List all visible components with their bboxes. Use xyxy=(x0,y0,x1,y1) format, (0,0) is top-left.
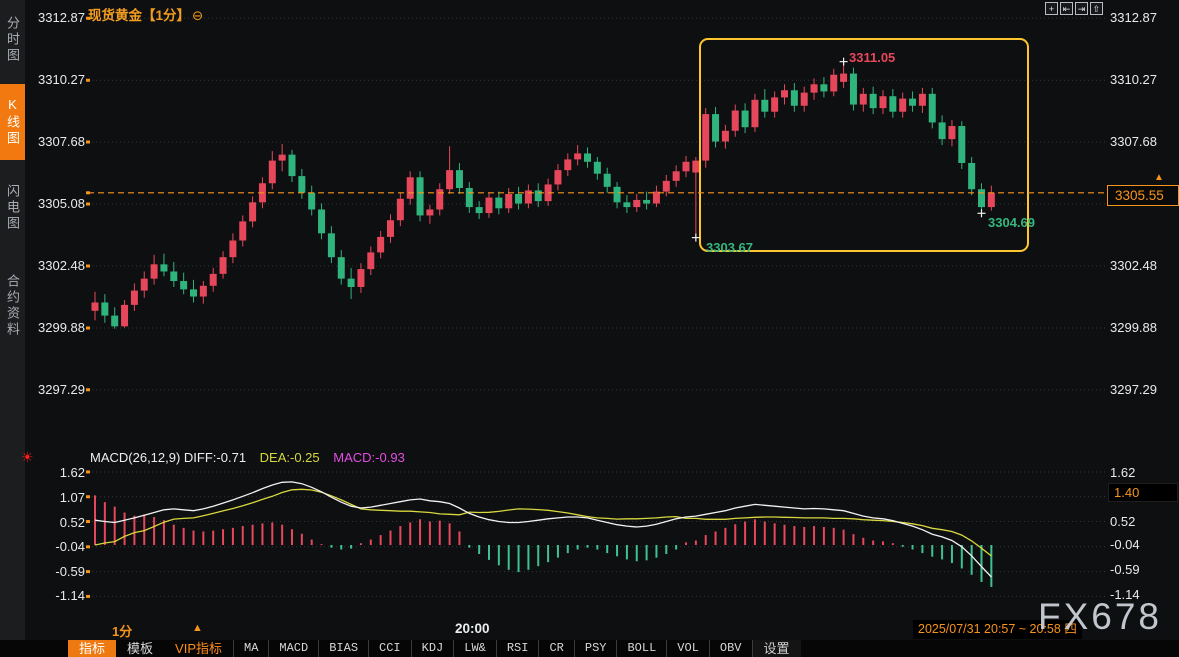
view-buttons: + ⇤ ⇥ ⇧ xyxy=(1045,2,1103,15)
price-tick: 3302.48 xyxy=(1110,259,1176,273)
live-indicator-icon: ☀ xyxy=(21,449,34,466)
period-selector[interactable]: 1分 xyxy=(112,621,132,640)
tab-cci[interactable]: CCI xyxy=(368,640,411,657)
tab-indicator[interactable]: 指标 xyxy=(68,640,116,657)
tab-macd[interactable]: MACD xyxy=(268,640,318,657)
price-alert-icon[interactable]: ▲ xyxy=(1154,173,1164,183)
tab-settings[interactable]: 设置 xyxy=(753,640,801,657)
tab-bias[interactable]: BIAS xyxy=(318,640,368,657)
macd-tick: 0.52 xyxy=(28,516,85,530)
macd-params-diff: MACD(26,12,9) DIFF:-0.71 xyxy=(90,450,246,465)
macd-header: MACD(26,12,9) DIFF:-0.71 DEA:-0.25 MACD:… xyxy=(90,450,405,465)
indicator-toolbar: 指标 模板 VIP指标 MA MACD BIAS CCI KDJ LW& RSI… xyxy=(0,640,1179,657)
macd-tick: 1.62 xyxy=(28,466,85,480)
price-tick: 3297.29 xyxy=(1110,383,1176,397)
time-axis-label: 20:00 xyxy=(455,621,490,636)
chart-canvas[interactable] xyxy=(0,0,1179,657)
tab-kdj[interactable]: KDJ xyxy=(411,640,454,657)
price-tick: 3307.68 xyxy=(1110,135,1176,149)
price-tick: 3312.87 xyxy=(28,11,85,25)
macd-tick: 0.52 xyxy=(1110,515,1176,529)
collapse-icon[interactable]: ⊖ xyxy=(192,8,203,23)
macd-tick: -0.04 xyxy=(1110,538,1176,552)
tab-obv[interactable]: OBV xyxy=(709,640,753,657)
tab-psy[interactable]: PSY xyxy=(574,640,617,657)
tab-template[interactable]: 模板 xyxy=(116,640,164,657)
macd-tick: -1.14 xyxy=(1110,588,1176,602)
markers-layer xyxy=(692,58,986,242)
scale-right-icon[interactable]: ⇥ xyxy=(1075,2,1088,15)
gridlines-layer xyxy=(88,18,1106,596)
price-tick: 3299.88 xyxy=(1110,321,1176,335)
macd-dea-value: DEA:-0.25 xyxy=(260,450,320,465)
macd-tick: 1.62 xyxy=(1110,466,1176,480)
trading-app: 分时图 K线图 闪电图 合约资料 现货黄金【1分】⊖ + ⇤ ⇥ ⇧ 3312.… xyxy=(0,0,1179,657)
price-tick: 3299.88 xyxy=(28,321,85,335)
annotation-high: 3311.05 xyxy=(849,50,895,65)
period-arrow-icon[interactable]: ▲ xyxy=(192,622,203,634)
macd-tick: -0.04 xyxy=(28,540,85,554)
price-tick: 3310.27 xyxy=(1110,73,1176,87)
last-price-tag: 3305.55 xyxy=(1107,185,1179,206)
highlight-box xyxy=(700,39,1028,251)
macd-tick: -1.14 xyxy=(28,589,85,603)
price-tick: 3297.29 xyxy=(28,383,85,397)
price-line xyxy=(86,191,1106,194)
export-view-icon[interactable]: ⇧ xyxy=(1090,2,1103,15)
tab-cr[interactable]: CR xyxy=(538,640,573,657)
axis-ticks-layer xyxy=(86,17,90,598)
macd-tick: -0.59 xyxy=(28,565,85,579)
chart-title: 现货黄金【1分】⊖ xyxy=(88,4,203,24)
macd-bar-value: MACD:-0.93 xyxy=(333,450,405,465)
tab-lw[interactable]: LW& xyxy=(453,640,496,657)
annotation-low: 3303.67 xyxy=(706,240,753,255)
time-range-tooltip: 2025/07/31 20:57 ~ 20:58 四 xyxy=(913,620,1082,639)
price-tick: 3310.27 xyxy=(28,73,85,87)
tab-rsi[interactable]: RSI xyxy=(496,640,539,657)
macd-tick: 1.07 xyxy=(28,491,85,505)
macd-tick: -0.59 xyxy=(1110,563,1176,577)
symbol-name: 现货黄金 xyxy=(88,8,142,23)
tab-vip[interactable]: VIP指标 xyxy=(164,640,233,657)
scale-left-icon[interactable]: ⇤ xyxy=(1060,2,1073,15)
price-tick: 3307.68 xyxy=(28,135,85,149)
candles-layer xyxy=(92,62,995,329)
period-tag: 【1分】 xyxy=(142,8,190,23)
tab-ma[interactable]: MA xyxy=(233,640,268,657)
annotation-recent-low: 3304.69 xyxy=(988,215,1035,230)
macd-value-badge: 1.40 xyxy=(1108,483,1178,502)
tab-vol[interactable]: VOL xyxy=(666,640,709,657)
tab-boll[interactable]: BOLL xyxy=(616,640,666,657)
price-tick: 3312.87 xyxy=(1110,11,1176,25)
price-tick: 3302.48 xyxy=(28,259,85,273)
price-tick: 3305.08 xyxy=(28,197,85,211)
crosshair-icon[interactable]: + xyxy=(1045,2,1058,15)
